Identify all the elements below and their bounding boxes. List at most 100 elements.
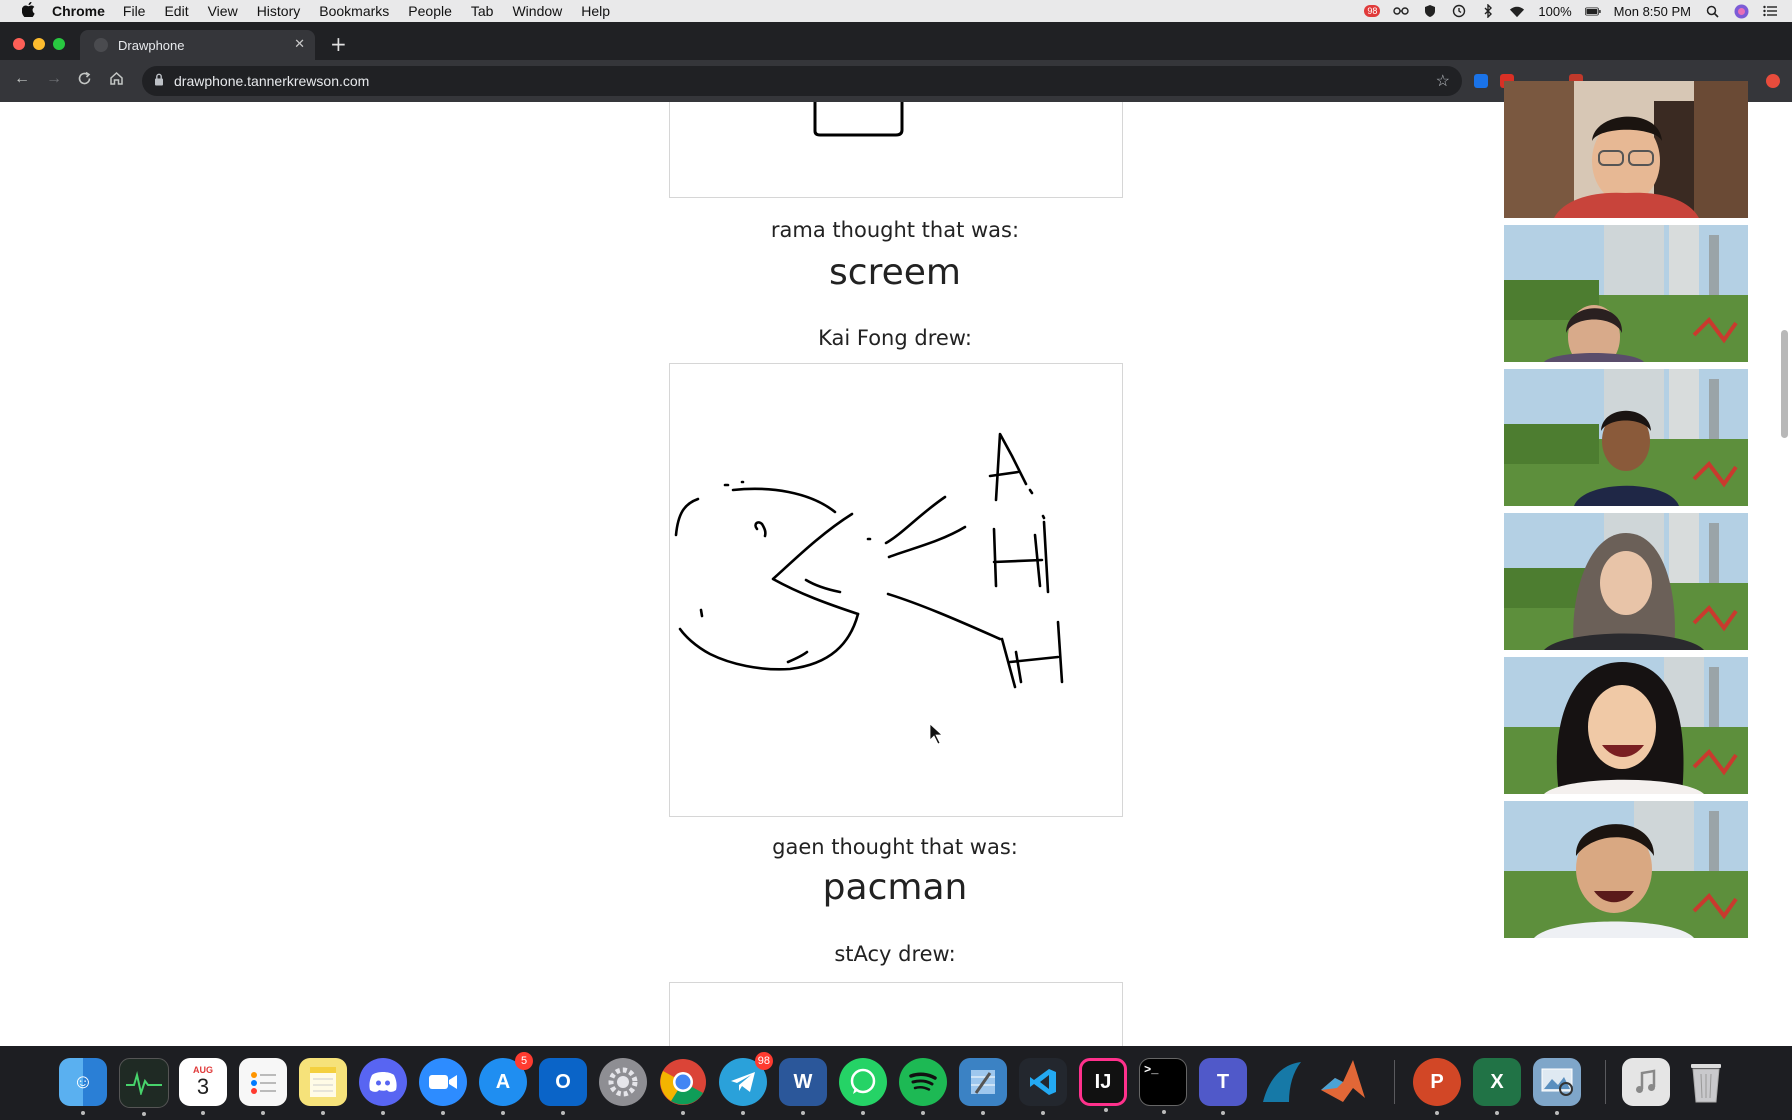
calendar-day: 3 [196,1074,210,1099]
tab-close-icon[interactable]: ✕ [294,36,305,52]
bluetooth-icon[interactable] [1480,4,1496,18]
lock-icon[interactable] [154,73,164,89]
back-icon[interactable]: ← [14,71,30,87]
mouse-cursor-icon [929,723,944,745]
spotlight-search-icon[interactable] [1704,4,1720,18]
menu-help[interactable]: Help [581,3,610,19]
menu-file[interactable]: File [123,3,146,19]
participant-video [1504,801,1748,938]
menu-people[interactable]: People [408,3,452,19]
notification-badge: 98 [1364,5,1381,17]
intellij-icon[interactable]: IJ [1079,1058,1127,1112]
home-icon[interactable] [109,71,124,90]
preview-icon[interactable] [1533,1058,1581,1115]
bookmark-star-icon[interactable]: ☆ [1436,71,1450,91]
scrollbar-thumb[interactable] [1781,330,1788,438]
forward-icon[interactable]: → [46,71,62,87]
clock[interactable]: Mon 8:50 PM [1614,4,1691,19]
menu-tab[interactable]: Tab [471,3,494,19]
app-menu-chrome[interactable]: Chrome [52,3,105,19]
participant-video [1504,513,1748,650]
video-tile[interactable] [1504,225,1748,362]
notification-center-icon[interactable] [1762,4,1778,18]
tab-drawphone[interactable]: Drawphone ✕ [80,30,315,60]
video-tile[interactable] [1504,81,1748,218]
trash-icon[interactable] [1682,1058,1730,1106]
menu-view[interactable]: View [208,3,238,19]
word-icon[interactable]: W [779,1058,827,1115]
video-tile[interactable] [1504,513,1748,650]
dock: ☺ AUG 3 A5 O 98 W IJ >_ T P X [0,1046,1792,1120]
participant-video [1504,81,1748,218]
participant-video [1504,225,1748,362]
time-machine-icon[interactable] [1451,4,1467,18]
battery-icon[interactable] [1584,4,1601,18]
battery-percent: 100% [1538,3,1572,19]
intellij-label: IJ [1094,1070,1112,1093]
drawing-canvas-previous [669,102,1123,198]
entry-caption: Kai Fong drew: [818,326,972,350]
app-store-badge: 5 [515,1052,533,1070]
activity-monitor-icon[interactable] [119,1058,169,1116]
notes-icon[interactable] [299,1058,347,1115]
participant-video [1504,369,1748,506]
entry-caption: rama thought that was: [770,218,1020,242]
teams-label: T [1216,1070,1230,1093]
siri-icon[interactable] [1733,4,1749,18]
music-folder-icon[interactable] [1622,1058,1670,1106]
glasses-icon[interactable] [1393,4,1410,18]
dock-separator [1605,1060,1606,1104]
word-label: W [793,1070,813,1093]
menu-window[interactable]: Window [512,3,562,19]
menu-history[interactable]: History [257,3,301,19]
menu-bookmarks[interactable]: Bookmarks [319,3,389,19]
wifi-icon[interactable] [1509,4,1525,18]
shield-icon[interactable] [1422,4,1438,18]
drawing-canvas-next [669,982,1123,1046]
spotify-icon[interactable] [899,1058,947,1115]
notification-app-icon[interactable]: 98 [1364,4,1381,18]
telegram-icon[interactable]: 98 [719,1052,773,1115]
window-zoom-button[interactable] [53,38,65,50]
drawing-previous [813,102,904,137]
outlook-label: O [555,1070,571,1093]
reload-icon[interactable] [77,71,92,90]
window-close-button[interactable] [13,38,25,50]
zoom-icon[interactable] [419,1058,467,1115]
xcode-icon[interactable] [959,1058,1007,1115]
excel-icon[interactable]: X [1473,1058,1521,1115]
tab-title: Drawphone [118,37,185,53]
chrome-tab-strip: Drawphone ✕ + [0,22,1792,60]
video-tile[interactable] [1504,801,1748,938]
finder-icon[interactable]: ☺ [59,1058,107,1115]
system-preferences-icon[interactable] [599,1058,647,1106]
extension-icon-profile[interactable] [1766,74,1780,88]
telegram-badge: 98 [754,1052,773,1070]
video-tile[interactable] [1504,369,1748,506]
entry-guess: pacman [822,867,968,908]
outlook-icon[interactable]: O [539,1058,587,1115]
matlab-icon[interactable] [1319,1058,1367,1106]
video-tile[interactable] [1504,657,1748,794]
reminders-icon[interactable] [239,1058,287,1115]
drawing-pacman-screaming [674,432,1064,745]
vscode-icon[interactable] [1019,1058,1067,1115]
calendar-icon[interactable]: AUG 3 [179,1058,227,1115]
entry-guess: screem [829,252,961,293]
whatsapp-icon[interactable] [839,1058,887,1115]
wireshark-icon[interactable] [1259,1058,1307,1106]
powerpoint-icon[interactable]: P [1413,1058,1461,1115]
apple-menu-icon[interactable] [18,1,38,21]
excel-label: X [1490,1070,1504,1093]
menu-edit[interactable]: Edit [164,3,188,19]
teams-icon[interactable]: T [1199,1058,1247,1115]
chrome-icon[interactable] [659,1058,707,1115]
extension-icon-analytics[interactable] [1474,74,1488,88]
terminal-icon[interactable]: >_ [1139,1058,1187,1114]
window-minimize-button[interactable] [33,38,45,50]
address-bar[interactable]: drawphone.tannerkrewson.com ☆ [142,66,1462,96]
app-store-icon[interactable]: A5 [479,1052,533,1115]
new-tab-icon[interactable]: + [330,34,347,54]
url-text: drawphone.tannerkrewson.com [174,73,370,89]
discord-icon[interactable] [359,1058,407,1115]
